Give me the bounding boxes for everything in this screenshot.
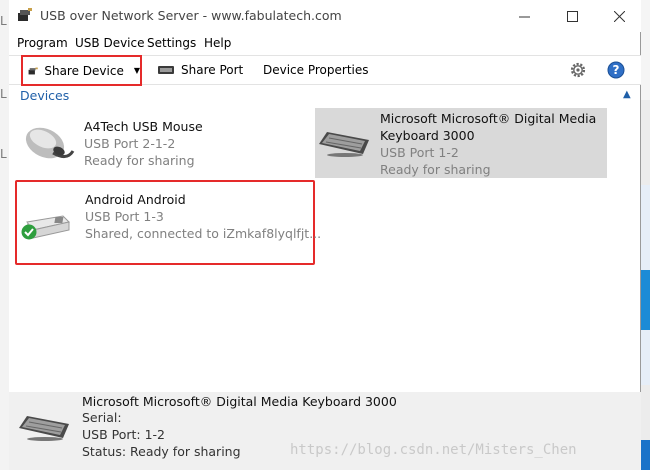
menu-usb-device[interactable]: USB Device: [75, 36, 145, 50]
menu-settings[interactable]: Settings: [147, 36, 196, 50]
devices-group-header: Devices: [20, 88, 70, 103]
device-status: Ready for sharing: [380, 162, 491, 177]
share-port-label: Share Port: [181, 63, 244, 77]
maximize-icon: [566, 10, 578, 22]
details-port: USB Port: 1-2: [82, 427, 166, 442]
close-button[interactable]: [596, 0, 642, 32]
device-name: Microsoft Microsoft® Digital Media Keybo…: [380, 111, 597, 143]
background-window-left: L L L: [0, 0, 9, 470]
device-status: Ready for sharing: [84, 153, 195, 168]
device-properties-button[interactable]: Device Properties: [263, 56, 369, 84]
mouse-icon: [25, 127, 75, 159]
details-title: Microsoft Microsoft® Digital Media Keybo…: [82, 394, 397, 409]
share-device-label: Share Device: [44, 63, 124, 78]
device-tile-mouse[interactable]: A4Tech USB Mouse USB Port 2-1-2 Ready fo…: [11, 108, 311, 176]
share-port-icon: [158, 66, 174, 74]
device-tile-keyboard[interactable]: Microsoft Microsoft® Digital Media Keybo…: [315, 108, 607, 178]
device-name: Android Android: [85, 192, 186, 207]
title-bar[interactable]: USB over Network Server - www.fabulatech…: [9, 0, 641, 32]
toolbar: Share Device ▼ Share Port Device Propert…: [9, 55, 641, 86]
minimize-button[interactable]: [501, 0, 547, 32]
device-port: USB Port 1-3: [85, 209, 164, 224]
device-status: Shared, connected to iZmkaf8lyqlfjt...: [85, 226, 322, 241]
details-status: Status: Ready for sharing: [82, 444, 241, 459]
help-icon[interactable]: ?: [607, 61, 625, 79]
window-title: USB over Network Server - www.fabulatech…: [40, 8, 342, 23]
share-port-button[interactable]: Share Port: [157, 56, 243, 84]
device-name: A4Tech USB Mouse: [84, 119, 203, 134]
gear-icon[interactable]: [569, 61, 587, 79]
menu-program[interactable]: Program: [17, 36, 68, 50]
menu-bar: Program USB Device Settings Help: [9, 33, 641, 55]
background-letter: L: [0, 147, 7, 161]
background-letter: L: [0, 14, 7, 28]
usb-app-icon: [18, 8, 32, 21]
keyboard-icon: [319, 132, 369, 157]
main-window: USB over Network Server - www.fabulatech…: [9, 0, 641, 470]
minimize-icon: [518, 16, 530, 17]
background-letter: L: [0, 87, 7, 101]
share-device-icon: [28, 67, 38, 74]
watermark: https://blog.csdn.net/Misters_Chen: [290, 442, 577, 458]
collapse-chevron-icon[interactable]: ▲: [623, 89, 631, 100]
share-device-button[interactable]: Share Device ▼: [21, 55, 142, 86]
maximize-button[interactable]: [549, 0, 595, 32]
close-icon: [613, 10, 625, 22]
device-tile-android[interactable]: Android Android USB Port 1-3 Shared, con…: [15, 180, 321, 265]
dropdown-arrow-icon[interactable]: ▼: [134, 66, 140, 75]
keyboard-icon: [19, 416, 69, 441]
device-port: USB Port 2-1-2: [84, 136, 176, 151]
background-window-right: [641, 0, 650, 470]
menu-help[interactable]: Help: [204, 36, 231, 50]
check-icon: [21, 224, 37, 240]
details-panel: Microsoft Microsoft® Digital Media Keybo…: [9, 392, 641, 470]
svg-text:?: ?: [613, 63, 620, 77]
details-serial: Serial:: [82, 410, 122, 425]
device-properties-label: Device Properties: [263, 63, 369, 77]
device-port: USB Port 1-2: [380, 145, 459, 160]
